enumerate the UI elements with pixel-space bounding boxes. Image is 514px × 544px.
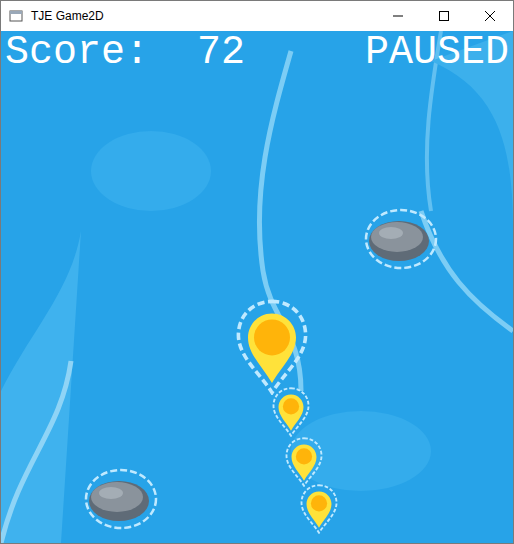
game-window: TJE Game2D Score: 72 PAUSED bbox=[0, 0, 514, 544]
pause-status: PAUSED bbox=[365, 33, 509, 73]
follower bbox=[299, 484, 339, 534]
follower bbox=[284, 437, 324, 487]
close-button[interactable] bbox=[467, 1, 513, 31]
title-bar: TJE Game2D bbox=[1, 1, 513, 31]
window-title: TJE Game2D bbox=[31, 7, 104, 25]
player-ship bbox=[233, 299, 311, 395]
close-icon bbox=[485, 11, 495, 21]
water-background bbox=[1, 31, 513, 543]
minimize-button[interactable] bbox=[375, 1, 421, 31]
app-icon bbox=[9, 9, 23, 23]
maximize-icon bbox=[439, 11, 449, 21]
game-canvas[interactable]: Score: 72 PAUSED bbox=[1, 31, 513, 543]
hud: Score: 72 PAUSED bbox=[1, 31, 513, 73]
rock bbox=[363, 205, 439, 271]
rock bbox=[83, 465, 159, 531]
score: Score: 72 bbox=[5, 33, 245, 73]
minimize-icon bbox=[393, 11, 403, 21]
follower bbox=[271, 387, 311, 437]
maximize-button[interactable] bbox=[421, 1, 467, 31]
